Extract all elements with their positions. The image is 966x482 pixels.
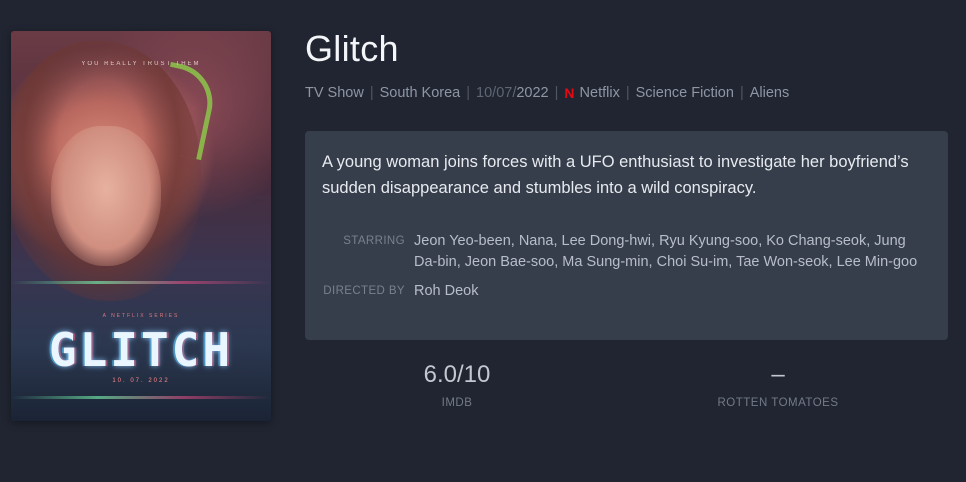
imdb-label: IMDB xyxy=(441,397,473,409)
meta-line: TV Show | South Korea | 10/07/2022 | N N… xyxy=(305,85,789,101)
credits: STARRING Jeon Yeo-been, Nana, Lee Dong-h… xyxy=(305,231,948,302)
meta-separator: | xyxy=(554,85,559,101)
poster-face-shape xyxy=(51,126,161,266)
meta-genre-aliens[interactable]: Aliens xyxy=(750,85,790,101)
meta-type: TV Show xyxy=(305,85,364,101)
rotten-tomatoes-score: – xyxy=(771,361,785,388)
meta-date-year[interactable]: 2022 xyxy=(516,85,548,101)
meta-separator: | xyxy=(466,85,471,101)
poster-date: 10. 07. 2022 xyxy=(112,378,170,384)
directed-label: DIRECTED BY xyxy=(323,285,405,297)
show-title: Glitch xyxy=(305,28,399,69)
poster-glitch-line xyxy=(11,396,271,399)
imdb-rating[interactable]: 6.0/10 IMDB xyxy=(357,361,557,409)
meta-separator: | xyxy=(369,85,374,101)
info-card: A young woman joins forces with a UFO en… xyxy=(305,131,948,340)
poster-image: YOU REALLY TRUST THEM A NETFLIX SERIES G… xyxy=(11,31,271,421)
meta-network[interactable]: Netflix xyxy=(580,85,620,101)
meta-date-day-month: 10/07/ xyxy=(476,85,517,101)
show-detail-page: YOU REALLY TRUST THEM A NETFLIX SERIES G… xyxy=(0,0,966,482)
synopsis: A young woman joins forces with a UFO en… xyxy=(322,153,909,197)
rotten-tomatoes-rating[interactable]: – ROTTEN TOMATOES xyxy=(678,361,878,409)
netflix-icon: N xyxy=(564,85,575,101)
poster-logo: GLITCH xyxy=(48,323,234,377)
imdb-score: 6.0/10 xyxy=(423,361,491,388)
poster-subtitle: A NETFLIX SERIES xyxy=(102,313,180,319)
directed-row: DIRECTED BY Roh Deok xyxy=(305,281,948,302)
meta-separator: | xyxy=(739,85,744,101)
starring-list[interactable]: Jeon Yeo-been, Nana, Lee Dong-hwi, Ryu K… xyxy=(414,231,948,273)
poster-glitch-line xyxy=(11,281,271,284)
starring-row: STARRING Jeon Yeo-been, Nana, Lee Dong-h… xyxy=(305,231,948,273)
meta-country[interactable]: South Korea xyxy=(380,85,461,101)
rotten-tomatoes-label: ROTTEN TOMATOES xyxy=(717,397,839,409)
starring-label: STARRING xyxy=(343,235,405,247)
meta-genre-science-fiction[interactable]: Science Fiction xyxy=(636,85,734,101)
meta-separator: | xyxy=(625,85,630,101)
poster-tagline: YOU REALLY TRUST THEM xyxy=(81,61,201,67)
director-name[interactable]: Roh Deok xyxy=(414,281,948,302)
